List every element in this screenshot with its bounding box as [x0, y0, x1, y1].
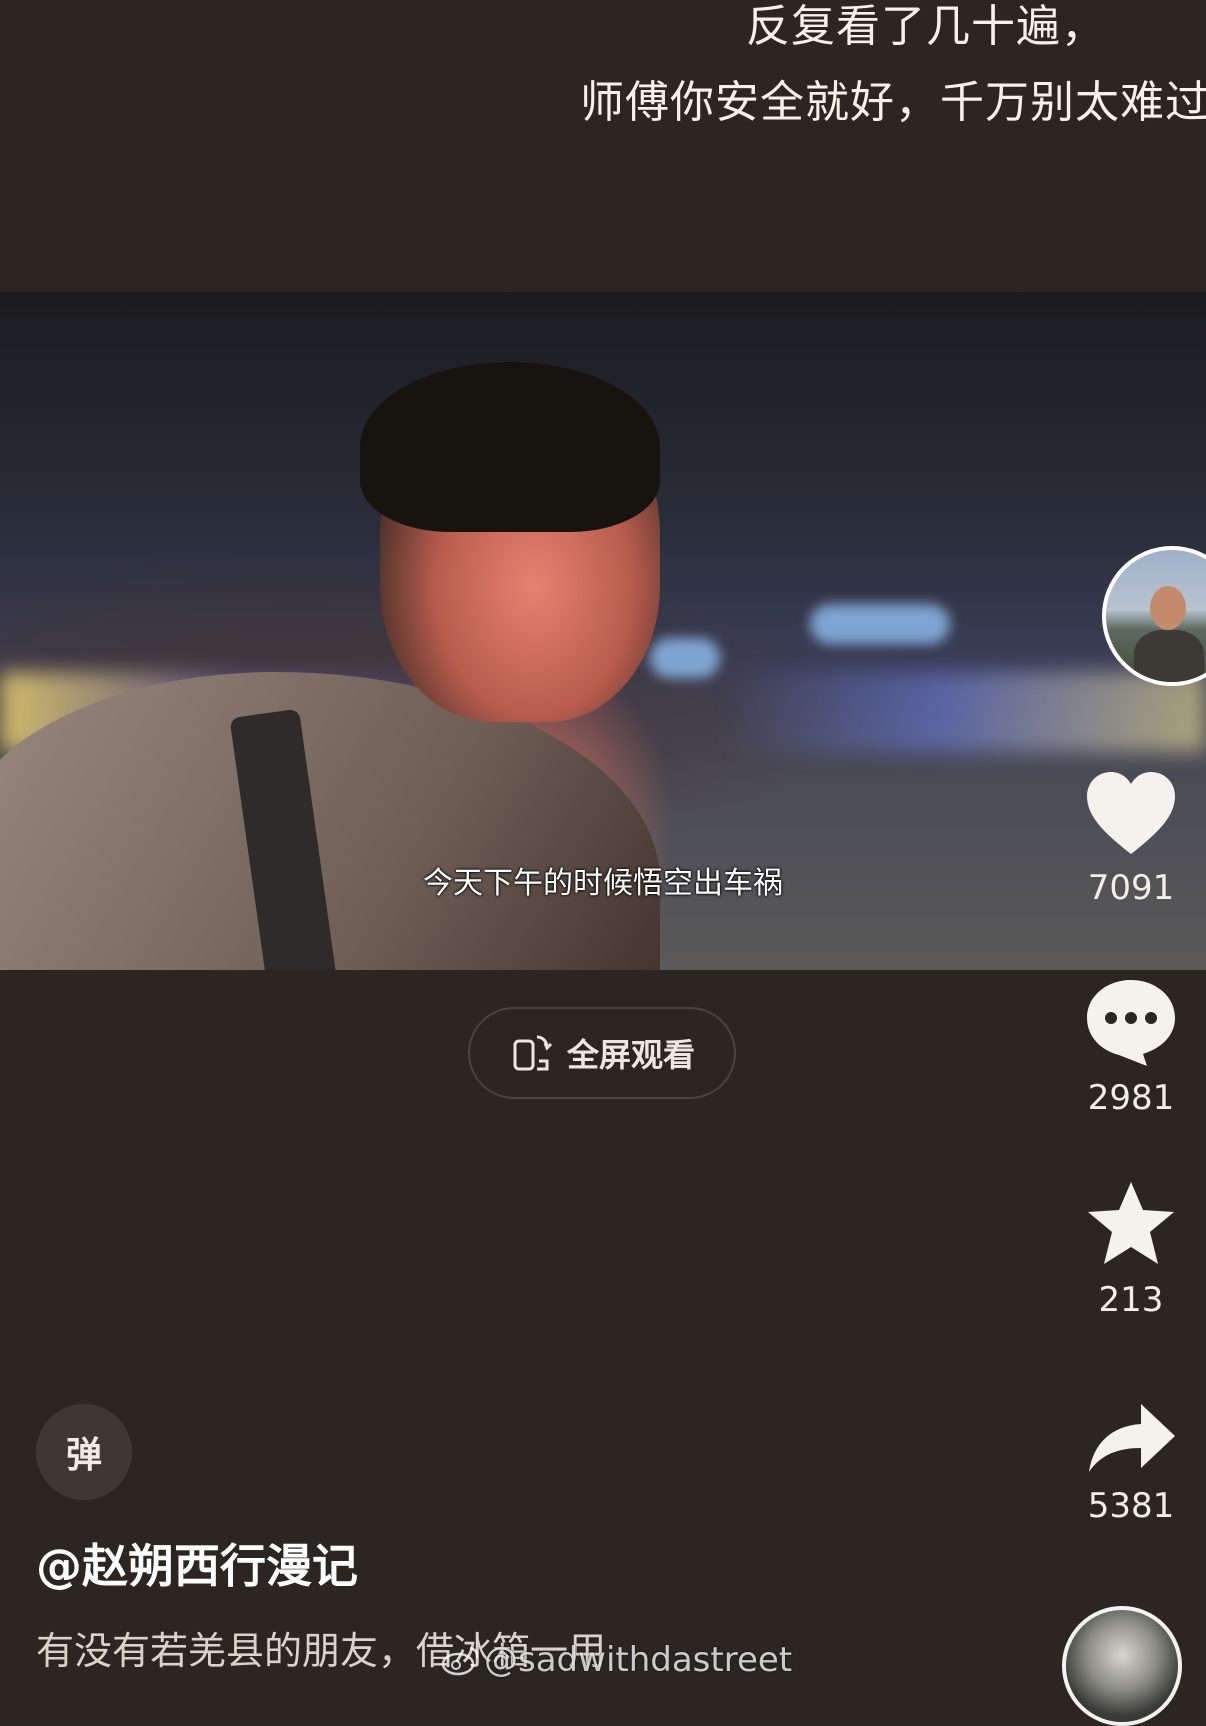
rotate-phone-icon [513, 1035, 553, 1071]
fullscreen-label: 全屏观看 [566, 1036, 695, 1074]
share-button[interactable]: 5381 [1056, 1402, 1206, 1526]
danmu-label: 弹 [65, 1435, 102, 1476]
background-light [810, 604, 950, 644]
music-disc[interactable] [1062, 1606, 1182, 1726]
share-count: 5381 [1087, 1486, 1175, 1526]
person-hair [360, 362, 660, 532]
watermark-text: @sadwithdastreet [484, 1640, 793, 1680]
favorite-count: 213 [1098, 1280, 1164, 1320]
like-button[interactable]: 7091 [1056, 770, 1206, 908]
star-icon [1088, 1182, 1174, 1264]
heart-icon [1087, 772, 1175, 854]
author-name[interactable]: @赵朔西行漫记 [36, 1530, 358, 1596]
comment-button[interactable]: 2981 [1056, 976, 1206, 1118]
favorite-button[interactable]: 213 [1056, 1180, 1206, 1320]
comment-count: 2981 [1087, 1078, 1175, 1118]
danmu-toggle-button[interactable]: 弹 [36, 1404, 132, 1500]
comment-icon [1087, 980, 1175, 1066]
video-subtitle: 今天下午的时候悟空出车祸 [423, 866, 783, 901]
like-count: 7091 [1087, 868, 1175, 908]
watermark: @sadwithdastreet [440, 1640, 792, 1680]
action-rail: 7091 2981 213 5381 [1056, 0, 1206, 1688]
avatar-person-body [1134, 630, 1204, 682]
weibo-icon [441, 1646, 479, 1676]
overlay-text-line-1: 反复看了几十遍， [746, 1, 1106, 52]
author-avatar[interactable] [1102, 546, 1206, 686]
share-arrow-icon [1089, 1404, 1175, 1472]
background-light [650, 638, 720, 678]
avatar-person-face [1150, 586, 1186, 630]
video-player[interactable]: 今天下午的时候悟空出车祸 [0, 292, 1206, 970]
fullscreen-button[interactable]: 全屏观看 [468, 1007, 736, 1099]
